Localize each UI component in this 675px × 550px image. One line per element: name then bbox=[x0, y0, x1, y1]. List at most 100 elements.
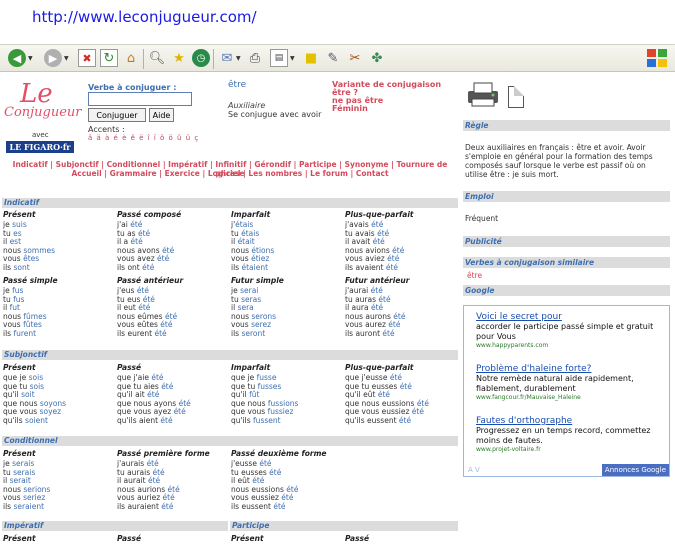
tense-subjonctif-present: Présent que je sois que tu sois qu'il soit q… bbox=[3, 362, 117, 426]
ad-title[interactable]: Voici le secret pour bbox=[476, 312, 666, 322]
toolbar-separator bbox=[213, 49, 214, 69]
conjugation-row: qu'ils soient bbox=[3, 415, 117, 426]
conjugation-row: ils furent bbox=[3, 329, 117, 339]
google-ads-box: Voici le secret pour accorder le partici… bbox=[463, 305, 670, 477]
document-icon[interactable] bbox=[508, 86, 524, 108]
aide-button[interactable]: Aide bbox=[149, 108, 174, 122]
stop-icon[interactable]: ✖ bbox=[78, 49, 96, 67]
conjuguer-button[interactable]: Conjuguer bbox=[88, 108, 146, 122]
ad-description: accorder le participe passé simple et gr… bbox=[476, 322, 654, 341]
section-conditionnel: Conditionnel bbox=[2, 436, 458, 446]
notes-icon[interactable]: ■ bbox=[302, 49, 320, 67]
ad-choices-icon[interactable]: A V bbox=[468, 466, 480, 474]
printer-icon[interactable] bbox=[466, 81, 500, 107]
conjugation-form: étaient bbox=[241, 262, 269, 272]
tense-indicatif-futur-simple: Futur simple je serai tu seras il sera nous … bbox=[231, 275, 345, 339]
conjugation-pronoun: ils ont bbox=[117, 262, 143, 272]
logo-avec: avec bbox=[32, 131, 49, 139]
browser-toolbar: ◀ ▼ ▶ ▼ ✖ ↻ ⌂ 🔍︎ ★ ◷ ✉ ▼ ⎙ ▤ ▼ ■ ✎ ✂ ✤ bbox=[0, 44, 675, 72]
tense-name: Présent bbox=[231, 534, 264, 543]
messenger-icon[interactable]: ✤ bbox=[368, 49, 386, 67]
address-bar: http://www.leconjugueur.com/ bbox=[0, 0, 675, 38]
tense-subjonctif-plus-que-parfait: Plus-que-parfait que j'eusse été que tu eu… bbox=[345, 362, 459, 426]
sidebar-publicite-heading: Publicité bbox=[463, 236, 670, 247]
site-logo[interactable]: Le Conjugueur avec LE FIGARO·fr bbox=[2, 79, 82, 157]
print-icon[interactable]: ⎙ bbox=[246, 49, 264, 67]
search-icon[interactable]: 🔍︎ bbox=[148, 49, 166, 67]
figaro-logo[interactable]: LE FIGARO·fr bbox=[6, 141, 74, 153]
ad-title[interactable]: Problème d'haleine forte? bbox=[476, 364, 666, 374]
sidebar-google-heading: Google bbox=[463, 285, 670, 296]
tense-indicatif-passe-simple: Passé simple je fus tu fus il fut nous fûmes… bbox=[3, 275, 117, 339]
ad-url[interactable]: www.fangcour.fr/Mauvaise_Haleine bbox=[476, 394, 666, 401]
mail-icon[interactable]: ✉ bbox=[218, 49, 236, 67]
conjugation-form: été bbox=[173, 407, 186, 417]
variant-link-feminine[interactable]: Féminin bbox=[332, 104, 368, 113]
ad-description: Progressez en un temps record, commettez… bbox=[476, 426, 651, 445]
conjugation-form: été bbox=[411, 407, 424, 417]
conjugation-form: été bbox=[157, 254, 170, 264]
tense-conditionnel-passe-2: Passé deuxième forme j'eusse été tu eusses… bbox=[231, 448, 345, 512]
section-indicatif: Indicatif bbox=[2, 198, 458, 208]
conjugation-pronoun: ils eurent bbox=[117, 328, 155, 338]
conjugation-form: seront bbox=[241, 328, 266, 338]
conjugation-row: tu fus bbox=[3, 295, 117, 305]
tools-icon[interactable]: ✂ bbox=[346, 49, 364, 67]
ads-by-google-label[interactable]: Annonces Google bbox=[601, 464, 669, 476]
url-text[interactable]: http://www.leconjugueur.com/ bbox=[32, 8, 257, 26]
conjugation-row: ils étaient bbox=[231, 262, 345, 273]
conjugation-form: été bbox=[161, 381, 174, 391]
conjugation-pronoun: ils auraient bbox=[117, 501, 162, 511]
forward-icon[interactable]: ▶ bbox=[44, 49, 62, 67]
tense-name: Passé bbox=[345, 534, 370, 543]
accents-label: Accents : bbox=[88, 125, 125, 134]
research-icon[interactable]: ✎ bbox=[324, 49, 342, 67]
conjugation-pronoun: ils auront bbox=[345, 328, 383, 338]
ad-url[interactable]: www.projet-voltaire.fr bbox=[476, 446, 666, 453]
sidebar-regle-text: Deux auxiliaires en français : être et a… bbox=[465, 143, 653, 179]
logo-conjugueur: Conjugueur bbox=[4, 105, 82, 120]
conjugation-row: ils ont été bbox=[117, 262, 231, 273]
favorites-star-icon[interactable]: ★ bbox=[170, 49, 188, 67]
auxiliary-text: Se conjugue avec avoir bbox=[228, 110, 322, 119]
edit-dropdown-icon[interactable]: ▼ bbox=[290, 55, 295, 62]
ad-title[interactable]: Fautes d'orthographe bbox=[476, 416, 666, 426]
conjugation-pronoun: qu'ils aient bbox=[117, 415, 161, 425]
tense-subjonctif-passe: Passé que j'aie été que tu aies été qu'il a… bbox=[117, 362, 231, 426]
sidebar-emploi-heading: Emploi bbox=[463, 191, 670, 202]
verb-search-input[interactable] bbox=[88, 92, 192, 106]
conjugation-form: été bbox=[273, 501, 286, 511]
tense-indicatif-plus-que-parfait: Plus-que-parfait j'avais été tu avais été i… bbox=[345, 209, 459, 273]
nav-site-links[interactable]: Accueil | Grammaire | Exercice | Logicie… bbox=[0, 169, 460, 178]
tense-subjonctif-imparfait: Imparfait que je fusse que tu fusses qu'il … bbox=[231, 362, 345, 426]
back-icon[interactable]: ◀ bbox=[8, 49, 26, 67]
conjugation-row: qu'ils fussent bbox=[231, 416, 345, 426]
conjugation-form: seraient bbox=[13, 501, 45, 511]
ad-url[interactable]: www.happyparents.com bbox=[476, 342, 666, 349]
refresh-icon[interactable]: ↻ bbox=[100, 49, 118, 67]
forward-dropdown-icon[interactable]: ▼ bbox=[64, 55, 69, 62]
ad-item[interactable]: Fautes d'orthographe Progressez en un te… bbox=[476, 416, 666, 453]
conjugation-row: ils seraient bbox=[3, 501, 117, 512]
back-dropdown-icon[interactable]: ▼ bbox=[28, 55, 33, 62]
ad-item[interactable]: Problème d'haleine forte? Notre remède n… bbox=[476, 364, 666, 401]
sidebar-similaire-link[interactable]: être bbox=[465, 271, 670, 280]
sidebar-emploi-text: Fréquent bbox=[465, 214, 499, 223]
home-icon[interactable]: ⌂ bbox=[122, 49, 140, 67]
ad-item[interactable]: Voici le secret pour accorder le partici… bbox=[476, 312, 666, 349]
history-icon[interactable]: ◷ bbox=[192, 49, 210, 67]
tense-participe-present: Présent bbox=[231, 533, 345, 545]
conjugation-form: été bbox=[398, 415, 412, 425]
conjugation-pronoun: qu'ils bbox=[3, 415, 26, 425]
conjugation-pronoun: qu'ils eussent bbox=[345, 415, 399, 425]
conjugation-row: ils eussent été bbox=[231, 501, 345, 512]
tense-participe-passe: Passé bbox=[345, 533, 459, 545]
conjugation-form: été bbox=[385, 262, 399, 272]
edit-icon[interactable]: ▤ bbox=[270, 49, 288, 67]
tense-indicatif-futur-anterieur: Futur antérieur j'aurai été tu auras été il… bbox=[345, 275, 459, 339]
mail-dropdown-icon[interactable]: ▼ bbox=[236, 55, 241, 62]
conjugation-form: été bbox=[154, 328, 167, 338]
tense-indicatif-passe-compose: Passé composé j'ai été tu as été il a été no… bbox=[117, 209, 231, 273]
accents-list[interactable]: â ä à é è ê ë î ï ô ö û ü ç bbox=[88, 134, 199, 142]
tense-conditionnel-passe-1: Passé première forme j'aurais été tu aurai… bbox=[117, 448, 231, 512]
